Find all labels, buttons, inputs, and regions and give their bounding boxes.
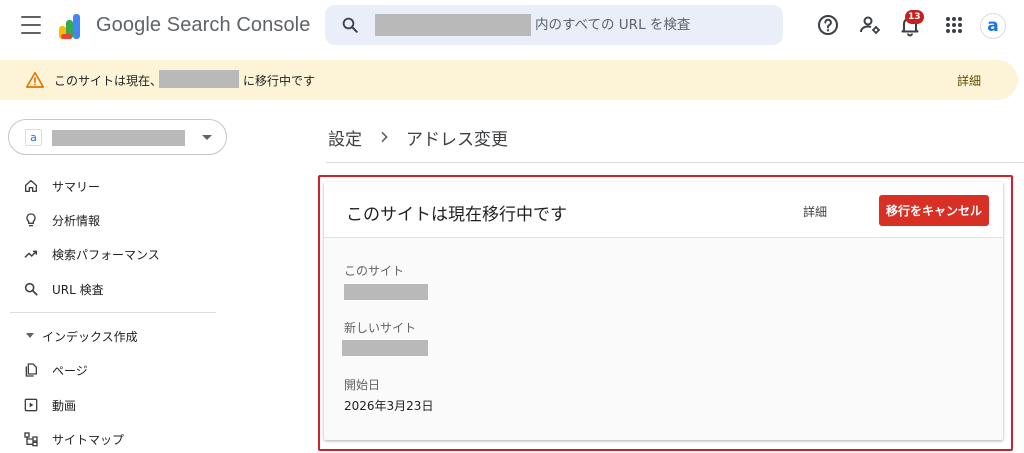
account-avatar[interactable]: a: [980, 13, 1006, 39]
cancel-migration-button[interactable]: 移行をキャンセル: [879, 195, 989, 226]
menu-icon-bar: [21, 16, 41, 18]
url-inspection-search[interactable]: [325, 5, 783, 45]
migration-status-card: このサイトは現在移行中です 詳細 移行をキャンセル このサイト 新しいサイト 開…: [324, 182, 1003, 440]
redacted-new-site: [159, 70, 239, 88]
home-icon: [25, 180, 37, 192]
redacted-property-name: [52, 130, 185, 146]
sidebar-item-label: サイトマップ: [52, 433, 125, 447]
chevron-down-icon: [202, 135, 212, 140]
main-menu-button[interactable]: [21, 16, 41, 34]
breadcrumb-settings-link[interactable]: 設定: [328, 125, 362, 150]
chevron-right-icon: [381, 131, 388, 143]
sidebar-item-summary[interactable]: サマリー: [0, 171, 230, 201]
new-site-label: 新しいサイト: [344, 321, 417, 335]
search-input[interactable]: [535, 13, 775, 37]
main-divider: [326, 162, 1024, 163]
sidebar-item-performance[interactable]: 検索パフォーマンス: [0, 239, 230, 269]
pages-icon: [25, 363, 37, 377]
sitemap-icon: [24, 432, 38, 447]
notification-badge: 13: [905, 10, 924, 24]
redacted-property-name: [375, 14, 531, 36]
banner-text-before: このサイトは現在、: [54, 74, 163, 88]
sidebar-section-label: インデックス作成: [42, 330, 138, 344]
property-favicon: a: [25, 129, 42, 146]
user-settings-icon[interactable]: [858, 13, 882, 37]
product-name[interactable]: Google Search Console: [96, 14, 310, 37]
redacted-this-site-value: [344, 284, 428, 300]
breadcrumb: 設定 アドレス変更: [328, 124, 508, 150]
top-app-bar: Google Search Console 13 a: [0, 0, 1024, 52]
apps-grid-icon[interactable]: [942, 13, 966, 37]
sidebar-item-insights[interactable]: 分析情報: [0, 205, 230, 235]
warning-icon: [26, 71, 44, 88]
search-icon: [24, 282, 38, 296]
sidebar-divider: [10, 312, 216, 313]
page-title: アドレス変更: [406, 129, 508, 150]
sidebar-item-url-inspection[interactable]: URL 検査: [0, 274, 230, 304]
lightbulb-icon: [26, 213, 36, 227]
card-title: このサイトは現在移行中です: [346, 205, 567, 225]
start-date-value: 2026年3月23日: [344, 399, 434, 413]
trending-up-icon: [24, 250, 38, 258]
menu-icon-bar: [21, 24, 41, 26]
card-details-link[interactable]: 詳細: [803, 203, 827, 220]
migration-warning-banner: このサイトは現在、 に移行中です 詳細: [0, 60, 1018, 100]
redacted-new-site-value: [342, 340, 428, 356]
help-icon[interactable]: [816, 13, 840, 37]
sidebar-item-label: 動画: [52, 399, 77, 413]
card-header: このサイトは現在移行中です 詳細 移行をキャンセル: [324, 182, 1003, 238]
menu-icon-bar: [21, 32, 41, 34]
start-date-label: 開始日: [344, 378, 381, 392]
this-site-label: このサイト: [344, 264, 405, 278]
banner-text-after: に移行中です: [243, 74, 316, 88]
banner-details-link[interactable]: 詳細: [957, 72, 981, 89]
sidebar-item-sitemaps[interactable]: サイトマップ: [0, 424, 230, 453]
sidebar-item-label: 検索パフォーマンス: [52, 248, 160, 262]
sidebar-item-label: 分析情報: [52, 214, 101, 228]
chevron-down-icon: [26, 333, 34, 338]
sidebar-item-pages[interactable]: ページ: [0, 355, 230, 385]
sidebar-item-label: URL 検査: [52, 283, 104, 297]
search-icon[interactable]: [341, 16, 359, 34]
search-console-logo-icon[interactable]: [58, 12, 88, 40]
video-icon: [24, 398, 38, 412]
property-selector[interactable]: a: [8, 119, 227, 155]
sidebar-item-video[interactable]: 動画: [0, 390, 230, 420]
sidebar-item-label: ページ: [52, 364, 88, 378]
sidebar-section-indexing[interactable]: インデックス作成: [0, 322, 230, 350]
sidebar-item-label: サマリー: [52, 180, 101, 194]
